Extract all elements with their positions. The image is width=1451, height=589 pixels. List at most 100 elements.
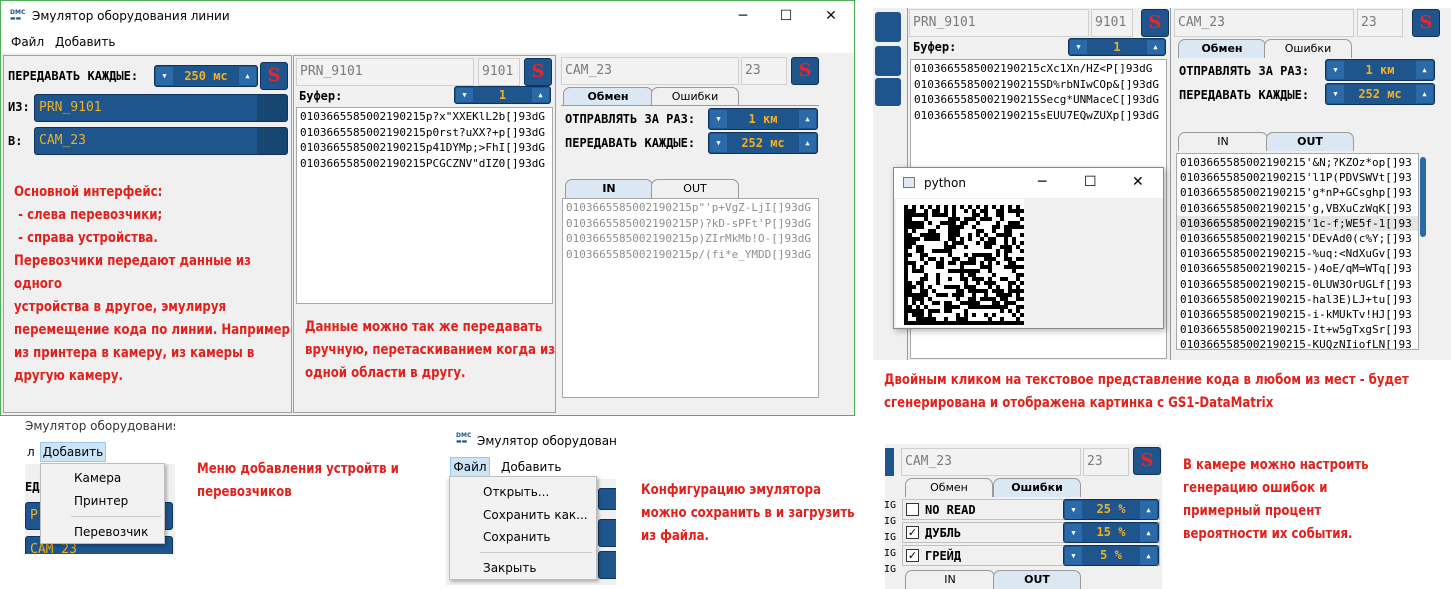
spin-up-icon[interactable]: ▲ [799, 134, 816, 152]
menu-add-active[interactable]: Добавить [40, 442, 106, 462]
list-item[interactable]: 0103665585002190215sEUU7EQwZUXp[]93dG [914, 108, 1163, 124]
camera-name-field[interactable]: CAM_23 [561, 57, 739, 85]
tab-in[interactable]: IN [565, 179, 653, 198]
menu-item-save[interactable]: Сохранить [450, 530, 596, 544]
send-at-once-spinbox[interactable]: ▼ 1 км ▲ [708, 108, 818, 130]
scrollbar-thumb[interactable] [1420, 157, 1426, 237]
printer-id-field[interactable]: 9101 [478, 58, 520, 86]
list-item[interactable]: 0103665585002190215p41DYMp;>FhI[]93dG [300, 140, 549, 156]
list-item[interactable]: 0103665585002190215Secg*UNMaceC[]93dG [914, 92, 1163, 108]
spin-down-icon[interactable]: ▼ [710, 110, 727, 128]
spin-down-icon[interactable]: ▼ [1065, 524, 1082, 542]
menu-item-camera[interactable]: Камера [41, 471, 164, 485]
spin-up-icon[interactable]: ▲ [1416, 61, 1433, 79]
camera-name-field[interactable]: CAM_23 [901, 448, 1081, 476]
list-item[interactable]: 0103665585002190215-0LUW3OrUGLf[]93 [1180, 277, 1415, 292]
menu-add[interactable]: Добавить [55, 35, 115, 49]
list-item[interactable]: 0103665585002190215'l1P(PDVSWVt[]93 [1180, 170, 1415, 185]
camera-id-field[interactable]: 23 [1357, 9, 1403, 37]
maximize-button[interactable]: ☐ [763, 1, 809, 31]
list-item[interactable]: 0103665585002190215'DEvAd0(c%Y;[]93 [1180, 231, 1415, 246]
list-item[interactable]: 0103665585002190215P)?kD-sPFt'P[]93dG [566, 216, 815, 232]
printer-start-button[interactable]: S [524, 58, 552, 86]
list-item[interactable]: 0103665585002190215p/(fi*e_YMDD[]93dG [566, 247, 815, 263]
tab-out[interactable]: OUT [651, 179, 739, 198]
printer-name-field[interactable]: PRN_9101 [909, 9, 1089, 37]
printer-start-button[interactable]: S [1141, 9, 1169, 37]
list-item[interactable]: 0103665585002190215-It+w5gTxgSr[]93 [1180, 322, 1415, 337]
tab-errors[interactable]: Ошибки [993, 478, 1081, 497]
spin-down-icon[interactable]: ▼ [710, 134, 727, 152]
list-item[interactable]: 0103665585002190215-KUQzNIiofLN[]93 [1180, 337, 1415, 349]
tab-errors[interactable]: Ошибки [651, 87, 739, 106]
tab-exchange[interactable]: Обмен [1178, 39, 1266, 58]
camera-in-list[interactable]: 0103665585002190215p"'p+VgZ-LjI[]93dG 01… [562, 198, 819, 398]
spin-up-icon[interactable]: ▲ [1416, 85, 1433, 103]
list-item[interactable]: 0103665585002190215'&N;?KZOz*op[]93 [1180, 155, 1415, 170]
camera-start-button[interactable]: S [791, 57, 819, 85]
spin-up-icon[interactable]: ▲ [1140, 501, 1157, 519]
spin-up-icon[interactable]: ▲ [1147, 40, 1164, 54]
spin-up-icon[interactable]: ▲ [532, 88, 549, 102]
spin-up-icon[interactable]: ▲ [239, 67, 256, 85]
start-button[interactable]: S [260, 62, 288, 90]
spin-down-icon[interactable]: ▼ [1070, 40, 1087, 54]
duplicate-checkbox[interactable]: ✓ [906, 526, 919, 539]
minimize-button[interactable]: ─ [1038, 174, 1046, 190]
spin-down-icon[interactable]: ▼ [156, 67, 173, 85]
menu-item-close[interactable]: Закрыть [450, 561, 596, 575]
list-item[interactable]: 0103665585002190215p"'p+VgZ-LjI[]93dG [566, 200, 815, 216]
menu-item-save-as[interactable]: Сохранить как... [450, 508, 596, 522]
tab-out[interactable]: OUT [993, 570, 1081, 589]
list-item[interactable]: 0103665585002190215cXc1Xn/HZ<P[]93dG [914, 61, 1163, 77]
menu-file[interactable]: Файл [11, 35, 44, 49]
printer-name-field[interactable]: PRN_9101 [296, 58, 474, 86]
scrollbar[interactable] [1419, 153, 1427, 350]
close-button[interactable]: ✕ [808, 1, 854, 31]
to-select[interactable]: CAM_23 [34, 127, 288, 155]
printer-id-field[interactable]: 9101 [1091, 9, 1133, 37]
menu-item-printer[interactable]: Принтер [41, 494, 164, 508]
buffer-spinbox[interactable]: ▼ 1 ▲ [454, 86, 551, 104]
send-at-once-spinbox[interactable]: ▼ 1 км ▲ [1325, 59, 1435, 81]
grade-spinbox[interactable]: ▼ 5 % ▲ [1063, 545, 1159, 566]
camera-name-field[interactable]: CAM_23 [1174, 9, 1354, 37]
from-select[interactable]: PRN_9101 [34, 94, 288, 122]
list-item[interactable]: 0103665585002190215PCGCZNV"dIZ0[]93dG [300, 156, 549, 172]
camera-out-list[interactable]: 0103665585002190215'&N;?KZOz*op[]93 0103… [1176, 153, 1419, 350]
camera-start-button[interactable]: S [1412, 9, 1440, 37]
spin-down-icon[interactable]: ▼ [1327, 85, 1344, 103]
spin-up-icon[interactable]: ▲ [1140, 547, 1157, 565]
menu-add[interactable]: Добавить [501, 460, 561, 474]
buffer-spinbox[interactable]: ▼ 1 ▲ [1068, 38, 1166, 56]
list-item[interactable]: 0103665585002190215-hal3E)LJ+tu[]93 [1180, 292, 1415, 307]
list-item[interactable]: 0103665585002190215p?x"XXEKlL2b[]93dG [300, 109, 549, 125]
tab-in[interactable]: IN [905, 570, 995, 589]
spin-down-icon[interactable]: ▼ [456, 88, 473, 102]
printer-buffer-list[interactable]: 0103665585002190215p?x"XXEKlL2b[]93dG 01… [296, 107, 553, 304]
spin-up-icon[interactable]: ▲ [799, 110, 816, 128]
tab-exchange[interactable]: Обмен [563, 87, 653, 106]
tab-exchange[interactable]: Обмен [905, 478, 993, 497]
list-item[interactable]: 0103665585002190215-)4oE/qM=WTq[]93 [1180, 261, 1415, 276]
list-item[interactable]: 0103665585002190215'g*nP+GCsghp[]93 [1180, 185, 1415, 200]
menu-file[interactable]: л [27, 445, 35, 459]
camera-send-every-spinbox[interactable]: ▼ 252 мс ▲ [708, 132, 818, 154]
duplicate-spinbox[interactable]: ▼ 15 % ▲ [1063, 522, 1159, 543]
spin-down-icon[interactable]: ▼ [1065, 547, 1082, 565]
camera-id-field[interactable]: 23 [1083, 448, 1129, 476]
tab-out[interactable]: OUT [1266, 132, 1354, 151]
list-item[interactable]: 0103665585002190215SD%rbNIwCOp&[]93dG [914, 77, 1163, 93]
maximize-button[interactable]: ☐ [1084, 174, 1097, 190]
no-read-checkbox[interactable] [906, 503, 919, 516]
list-item[interactable]: 0103665585002190215-i-kMUkTv!HJ[]93 [1180, 307, 1415, 322]
close-button[interactable]: ✕ [1132, 174, 1144, 190]
menu-item-open[interactable]: Открыть... [450, 485, 596, 499]
menu-file-active[interactable]: Файл [450, 457, 490, 477]
list-item[interactable]: 0103665585002190215-%uq:<NdXuGv[]93 [1180, 246, 1415, 261]
list-item[interactable]: 0103665585002190215'g,VBXuCzWqK[]93 [1180, 201, 1415, 216]
spin-down-icon[interactable]: ▼ [1065, 501, 1082, 519]
menu-item-carrier[interactable]: Перевозчик [41, 525, 164, 539]
send-every-spinbox[interactable]: ▼ 250 мс ▲ [154, 65, 258, 87]
no-read-spinbox[interactable]: ▼ 25 % ▲ [1063, 499, 1159, 520]
